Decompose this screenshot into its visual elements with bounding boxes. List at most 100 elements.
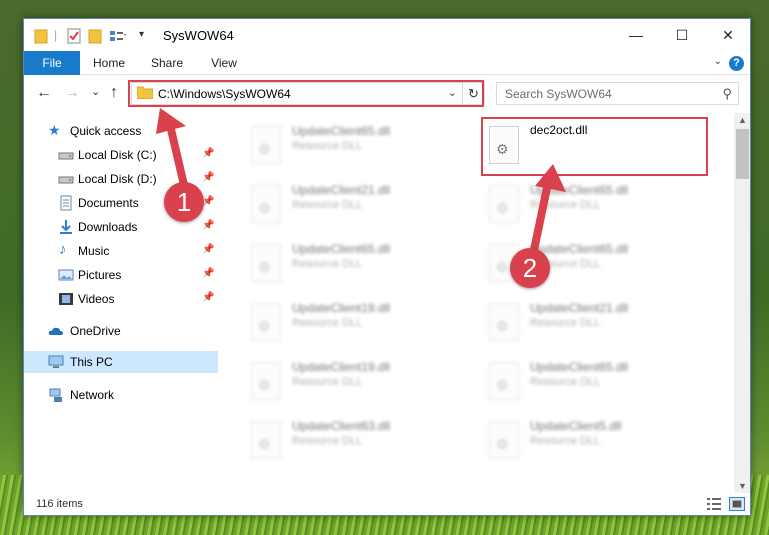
- step-badge-1: 1: [164, 182, 204, 222]
- file-name: UpdateClient65.dll: [292, 124, 391, 138]
- navigation-pane: ★ Quick access Local Disk (C:) 📌 Local D…: [24, 113, 218, 493]
- sidebar-item-label: Local Disk (D:): [78, 172, 157, 186]
- file-type: Resource DLL: [292, 140, 363, 152]
- title-bar: | ▾ SysWOW64 — ☐ ✕: [24, 19, 750, 51]
- step-badge-2: 2: [510, 248, 550, 288]
- sidebar-item-label: OneDrive: [70, 324, 121, 338]
- scrollbar-thumb[interactable]: [736, 129, 749, 179]
- file-type: Resource DLL: [530, 199, 601, 211]
- search-input[interactable]: Search SysWOW64: [505, 87, 612, 101]
- tab-view[interactable]: View: [199, 51, 249, 75]
- folder-icon: [34, 29, 48, 44]
- tab-home[interactable]: Home: [84, 51, 134, 75]
- computer-icon: [48, 355, 64, 368]
- tiles-view-icon[interactable]: [729, 497, 745, 511]
- dll-file-icon: ⚙: [251, 244, 281, 282]
- maximize-button[interactable]: ☐: [659, 19, 705, 51]
- file-item[interactable]: ⚙ UpdateClient63.dll Resource DLL: [245, 416, 475, 466]
- sidebar-item-label: This PC: [70, 355, 113, 369]
- pin-icon[interactable]: 📌: [202, 268, 214, 279]
- file-item[interactable]: ⚙ UpdateClient21.dll Resource DLL: [483, 298, 713, 348]
- sidebar-item-pictures[interactable]: Pictures 📌: [24, 264, 218, 286]
- view-options-icon[interactable]: [109, 27, 127, 45]
- sidebar-item-onedrive[interactable]: OneDrive: [24, 320, 218, 342]
- forward-button[interactable]: →: [64, 85, 80, 101]
- dll-file-icon: ⚙: [489, 303, 519, 341]
- sidebar-item-music[interactable]: ♪ Music 📌: [24, 240, 218, 262]
- file-name: UpdateClient21.dll: [530, 301, 629, 315]
- file-type: Resource DLL: [292, 435, 363, 447]
- file-name: UpdateClient19.dll: [292, 301, 391, 315]
- minimize-button[interactable]: —: [613, 19, 659, 51]
- dll-file-icon: ⚙: [251, 421, 281, 459]
- file-type: Resource DLL: [292, 258, 363, 270]
- help-icon[interactable]: ?: [729, 56, 744, 71]
- music-icon: ♪: [59, 241, 67, 258]
- file-type: Resource DLL: [530, 376, 601, 388]
- file-name: UpdateClient5.dll: [530, 419, 622, 433]
- file-item[interactable]: ⚙ UpdateClient65.dll Resource DLL: [483, 357, 713, 407]
- dll-file-icon: ⚙: [489, 185, 519, 223]
- file-item[interactable]: ⚙ UpdateClient65.dll Resource DLL: [245, 121, 475, 171]
- file-item[interactable]: ⚙ UpdateClient19.dll Resource DLL: [245, 357, 475, 407]
- up-button[interactable]: ↑: [110, 85, 118, 101]
- dll-file-icon: ⚙: [489, 362, 519, 400]
- tab-share[interactable]: Share: [142, 51, 192, 75]
- scroll-up-icon[interactable]: ▲: [734, 113, 750, 127]
- file-item[interactable]: ⚙ UpdateClient65.dll Resource DLL: [483, 180, 713, 230]
- new-folder-icon[interactable]: [88, 27, 102, 45]
- scroll-down-icon[interactable]: ▼: [734, 479, 750, 493]
- drive-icon: [58, 176, 74, 184]
- file-type: Resource DLL: [530, 435, 601, 447]
- star-icon: ★: [48, 122, 61, 138]
- file-item[interactable]: ⚙ UpdateClient21.dll Resource DLL: [245, 180, 475, 230]
- file-type: Resource DLL: [530, 317, 601, 329]
- file-item[interactable]: ⚙ UpdateClient5.dll Resource DLL: [483, 416, 713, 466]
- search-box[interactable]: Search SysWOW64 ⚲: [496, 82, 739, 105]
- videos-icon: [59, 293, 73, 305]
- dll-file-icon: ⚙: [251, 362, 281, 400]
- properties-icon[interactable]: [66, 27, 82, 45]
- item-count: 116 items: [36, 498, 83, 510]
- pin-icon[interactable]: 📌: [202, 172, 214, 183]
- file-item[interactable]: ⚙ UpdateClient65.dll Resource DLL: [245, 239, 475, 289]
- sidebar-item-this-pc[interactable]: This PC: [24, 351, 218, 373]
- separator: |: [54, 28, 58, 42]
- file-type: Resource DLL: [292, 376, 363, 388]
- vertical-scrollbar[interactable]: ▲ ▼: [734, 113, 750, 493]
- window-title: SysWOW64: [163, 28, 234, 43]
- tab-file[interactable]: File: [24, 51, 80, 75]
- pin-icon[interactable]: 📌: [202, 292, 214, 303]
- sidebar-item-label: Network: [70, 388, 115, 402]
- sidebar-item-videos[interactable]: Videos 📌: [24, 288, 218, 310]
- file-name: UpdateClient63.dll: [292, 419, 391, 433]
- network-icon: [49, 388, 62, 402]
- back-button[interactable]: ←: [36, 85, 52, 101]
- sidebar-item-label: Documents: [78, 196, 139, 210]
- file-name: UpdateClient65.dll: [530, 183, 629, 197]
- pin-icon[interactable]: 📌: [202, 148, 214, 159]
- customize-toolbar-icon[interactable]: ▾: [139, 29, 144, 47]
- sidebar-item-network[interactable]: Network: [24, 384, 218, 406]
- dll-file-icon: ⚙: [251, 303, 281, 341]
- dll-file-icon: ⚙: [489, 421, 519, 459]
- sidebar-item-label: Downloads: [78, 220, 138, 234]
- address-highlight-box: [128, 80, 484, 107]
- sidebar-item-local-disk-c[interactable]: Local Disk (C:) 📌: [24, 144, 218, 166]
- pin-icon[interactable]: 📌: [202, 220, 214, 231]
- search-icon[interactable]: ⚲: [722, 86, 732, 102]
- recent-locations-button[interactable]: ⌄: [91, 84, 100, 100]
- cloud-icon: [48, 327, 63, 335]
- close-button[interactable]: ✕: [705, 19, 750, 51]
- file-item[interactable]: ⚙ UpdateClient19.dll Resource DLL: [245, 298, 475, 348]
- pin-icon[interactable]: 📌: [202, 244, 214, 255]
- details-view-icon[interactable]: [706, 497, 722, 511]
- downloads-icon: [60, 220, 72, 234]
- dll-file-icon: ⚙: [251, 126, 281, 164]
- sidebar-item-quick-access[interactable]: ★ Quick access: [24, 120, 218, 142]
- expand-ribbon-icon[interactable]: ⌄: [714, 56, 722, 67]
- file-name: UpdateClient65.dll: [292, 242, 391, 256]
- file-name: UpdateClient19.dll: [292, 360, 391, 374]
- file-highlight-box: [481, 117, 708, 176]
- file-name: UpdateClient21.dll: [292, 183, 391, 197]
